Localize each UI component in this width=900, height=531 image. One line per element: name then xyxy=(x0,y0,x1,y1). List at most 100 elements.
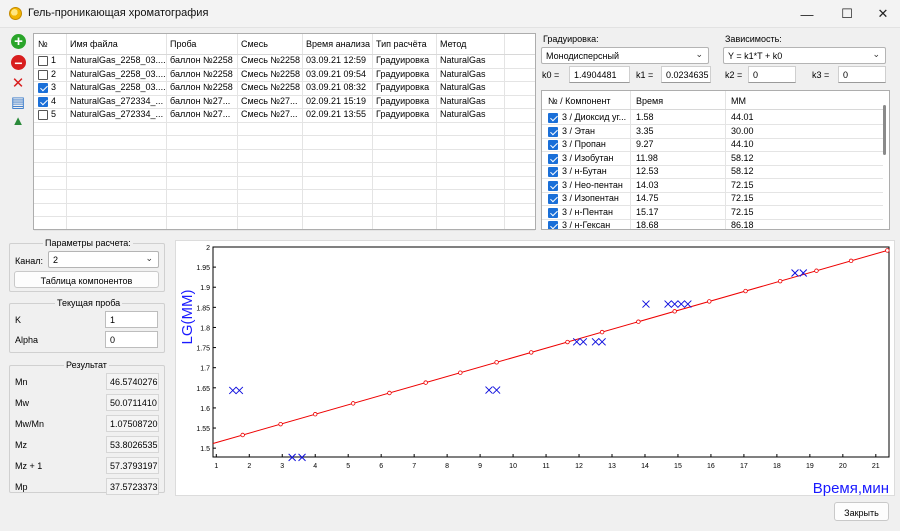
component-mm[interactable]: 58.12 xyxy=(731,152,811,165)
add-icon[interactable]: + xyxy=(11,33,26,50)
table-cell-method[interactable]: NaturalGas xyxy=(440,68,503,81)
table-cell-file[interactable]: NaturalGas_272334_... xyxy=(70,108,165,121)
table-cell-sample[interactable]: баллон №2258 xyxy=(170,81,236,94)
minimize-button[interactable]: — xyxy=(787,0,827,28)
table-cell-time[interactable]: 03.09.21 12:59 xyxy=(306,54,371,67)
k-field[interactable]: 1 xyxy=(105,311,158,328)
component-mm[interactable]: 44.01 xyxy=(731,111,811,124)
result-value-field[interactable]: 37.5723373 xyxy=(106,478,159,495)
component-mm[interactable]: 72.15 xyxy=(731,192,811,205)
k2-field[interactable]: 0 xyxy=(748,66,796,83)
component-name[interactable]: 3 / Изобутан xyxy=(562,152,628,165)
table-cell-method[interactable]: NaturalGas xyxy=(440,108,503,121)
result-value-field[interactable]: 50.0711410 xyxy=(106,394,159,411)
component-name[interactable]: 3 / н-Пентан xyxy=(562,206,628,219)
table-cell-time[interactable]: 02.09.21 15:19 xyxy=(306,95,371,108)
result-value-field[interactable]: 53.8026535 xyxy=(106,436,159,453)
column-header[interactable]: Время анализа xyxy=(306,38,371,51)
table-cell-calc[interactable]: Градуировка xyxy=(376,95,435,108)
components-table[interactable]: № / Компонент Время ММ 3 / Диоксид уг... 1.5… xyxy=(541,90,890,230)
column-header[interactable]: ММ xyxy=(731,95,746,108)
result-value-field[interactable]: 46.5740276 xyxy=(106,373,159,390)
component-name[interactable]: 3 / Изопентан xyxy=(562,192,628,205)
components-table-button[interactable]: Таблица компонентов xyxy=(14,271,159,288)
component-time[interactable]: 11.98 xyxy=(636,152,716,165)
calibration-select[interactable]: Монодисперсный ⌄ xyxy=(541,47,709,64)
row-checkbox[interactable] xyxy=(38,110,48,120)
table-cell-time[interactable]: 03.09.21 08:32 xyxy=(306,81,371,94)
column-header[interactable]: Проба xyxy=(170,38,236,51)
dependence-select[interactable]: Y = k1*T + k0 ⌄ xyxy=(723,47,886,64)
table-cell-file[interactable]: NaturalGas_2258_03.... xyxy=(70,68,165,81)
column-header[interactable]: Имя файла xyxy=(70,38,165,51)
table-cell-method[interactable]: NaturalGas xyxy=(440,95,503,108)
k1-field[interactable]: 0.0234635 xyxy=(661,66,711,83)
component-checkbox[interactable] xyxy=(548,180,558,191)
component-checkbox[interactable] xyxy=(548,194,558,204)
table-cell-mix[interactable]: Смесь №27... xyxy=(241,108,301,121)
component-time[interactable]: 14.03 xyxy=(636,179,716,192)
row-checkbox[interactable] xyxy=(38,96,48,107)
column-header[interactable]: Метод xyxy=(440,38,503,51)
delete-icon[interactable]: ✕ xyxy=(9,74,27,92)
component-time[interactable]: 14.75 xyxy=(636,192,716,205)
component-checkbox[interactable] xyxy=(548,207,558,218)
component-time[interactable]: 18.68 xyxy=(636,219,716,229)
save-icon[interactable]: ▤ xyxy=(9,93,27,111)
component-time[interactable]: 3.35 xyxy=(636,125,716,138)
column-header[interactable]: Смесь xyxy=(241,38,301,51)
component-checkbox[interactable] xyxy=(548,126,558,137)
component-mm[interactable]: 58.12 xyxy=(731,165,811,178)
table-cell-mix[interactable]: Смесь №27... xyxy=(241,95,301,108)
component-name[interactable]: 3 / н-Гексан xyxy=(562,219,628,229)
component-time[interactable]: 9.27 xyxy=(636,138,716,151)
k3-field[interactable]: 0 xyxy=(838,66,886,83)
component-name[interactable]: 3 / Этан xyxy=(562,125,628,138)
component-time[interactable]: 12.53 xyxy=(636,165,716,178)
maximize-button[interactable]: ☐ xyxy=(827,0,867,28)
column-header[interactable]: № / Компонент xyxy=(548,95,611,108)
table-cell-file[interactable]: NaturalGas_272334_... xyxy=(70,95,165,108)
component-mm[interactable]: 72.15 xyxy=(731,206,811,219)
component-mm[interactable]: 44.10 xyxy=(731,138,811,151)
components-scrollbar[interactable] xyxy=(883,105,886,155)
table-cell-mix[interactable]: Смесь №2258 xyxy=(241,68,301,81)
remove-icon[interactable]: − xyxy=(11,55,26,71)
table-cell-sample[interactable]: баллон №2258 xyxy=(170,68,236,81)
result-value-field[interactable]: 1.07508720 xyxy=(106,415,159,432)
table-cell-mix[interactable]: Смесь №2258 xyxy=(241,81,301,94)
column-header[interactable]: Время xyxy=(636,95,663,108)
table-cell-sample[interactable]: баллон №27... xyxy=(170,108,236,121)
table-cell-method[interactable]: NaturalGas xyxy=(440,81,503,94)
table-cell-calc[interactable]: Градуировка xyxy=(376,108,435,121)
component-checkbox[interactable] xyxy=(548,153,558,164)
table-cell-method[interactable]: NaturalGas xyxy=(440,54,503,67)
table-cell-file[interactable]: NaturalGas_2258_03.... xyxy=(70,81,165,94)
table-cell-time[interactable]: 02.09.21 13:55 xyxy=(306,108,371,121)
table-cell-time[interactable]: 03.09.21 09:54 xyxy=(306,68,371,81)
component-name[interactable]: 3 / Пропан xyxy=(562,138,628,151)
column-header[interactable]: № xyxy=(38,38,65,51)
files-table[interactable]: № Имя файла Проба Смесь Время анализа Тип рас… xyxy=(33,33,536,231)
row-checkbox[interactable] xyxy=(38,69,48,80)
result-value-field[interactable]: 57.3793197 xyxy=(106,457,159,474)
k0-field[interactable]: 1.4904481 xyxy=(569,66,630,83)
component-mm[interactable]: 72.15 xyxy=(731,179,811,192)
component-mm[interactable]: 30.00 xyxy=(731,125,811,138)
row-checkbox[interactable] xyxy=(38,83,48,93)
component-checkbox[interactable] xyxy=(548,140,558,150)
chromatogram-icon[interactable]: ▲ xyxy=(9,111,27,129)
channel-select[interactable]: 2 ⌄ xyxy=(48,251,159,268)
component-time[interactable]: 15.17 xyxy=(636,206,716,219)
component-name[interactable]: 3 / Диоксид уг... xyxy=(562,111,628,124)
component-checkbox[interactable] xyxy=(548,113,558,123)
component-name[interactable]: 3 / Нео-пентан xyxy=(562,179,628,192)
close-button[interactable]: Закрыть xyxy=(834,502,889,521)
row-checkbox[interactable] xyxy=(38,56,48,66)
table-cell-file[interactable]: NaturalGas_2258_03.... xyxy=(70,54,165,67)
table-cell-sample[interactable]: баллон №27... xyxy=(170,95,236,108)
column-header[interactable]: Тип расчёта xyxy=(376,38,435,51)
table-cell-calc[interactable]: Градуировка xyxy=(376,54,435,67)
component-name[interactable]: 3 / н-Бутан xyxy=(562,165,628,178)
table-cell-sample[interactable]: баллон №2258 xyxy=(170,54,236,67)
